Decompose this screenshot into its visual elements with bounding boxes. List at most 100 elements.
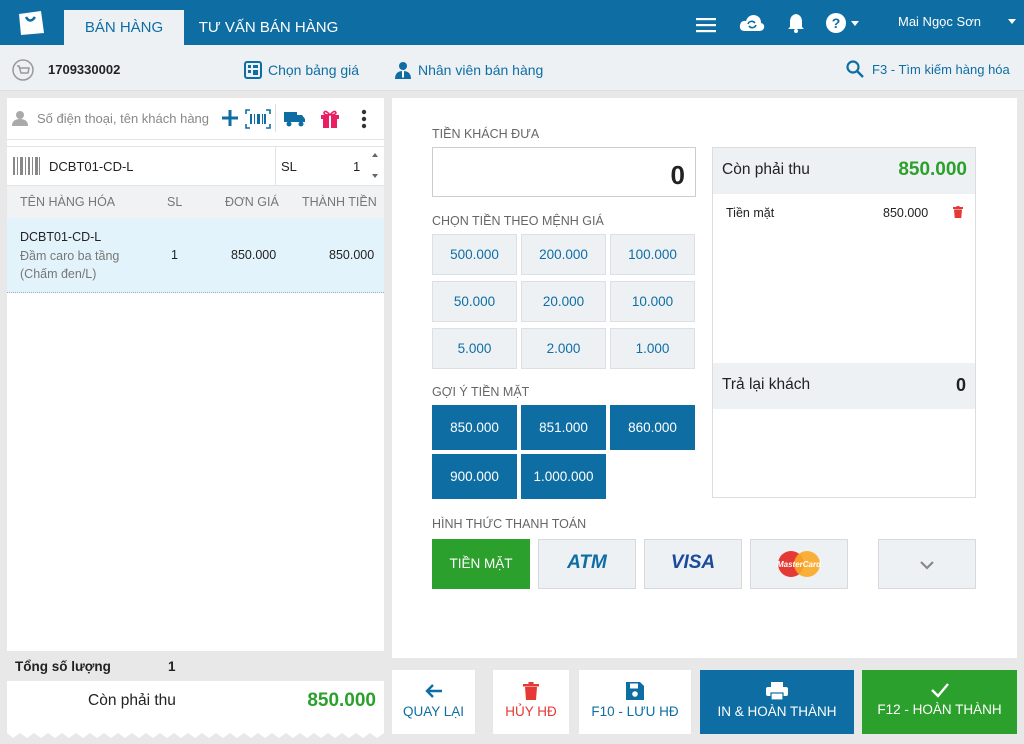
row-unit-price: 850.000 xyxy=(231,248,277,262)
item-entry-row: DCBT01-CD-L SL 1 xyxy=(7,146,384,186)
checkmark-icon xyxy=(930,683,949,698)
cloud-sync-icon[interactable] xyxy=(739,12,765,34)
col-header-unit-price: ĐƠN GIÁ xyxy=(225,195,279,209)
denomination-button[interactable]: 5.000 xyxy=(432,328,517,369)
arrow-left-icon xyxy=(424,684,442,698)
cash-given-value: 0 xyxy=(670,160,685,190)
change-amount: 0 xyxy=(955,375,966,395)
user-name[interactable]: Mai Ngọc Sơn xyxy=(898,14,981,29)
chevron-down-icon[interactable] xyxy=(1008,19,1016,24)
denomination-label: CHỌN TIỀN THEO MỆNH GIÁ xyxy=(432,214,604,228)
row-item-code: DCBT01-CD-L xyxy=(20,230,102,244)
complete-button[interactable]: F12 - HOÀN THÀNH xyxy=(862,670,1017,734)
save-invoice-button[interactable]: F10 - LƯU HĐ xyxy=(579,670,691,734)
denomination-button[interactable]: 500.000 xyxy=(432,234,517,275)
qty-label: SL xyxy=(281,159,297,174)
cash-suggestion-button[interactable]: 850.000 xyxy=(432,405,517,450)
barcode-scan-icon[interactable] xyxy=(245,109,271,129)
product-search-button[interactable]: F3 - Tìm kiếm hàng hóa xyxy=(846,60,1010,78)
col-header-name: TÊN HÀNG HÓA xyxy=(20,195,116,209)
top-bar: BÁN HÀNG TƯ VẤN BÁN HÀNG ? Mai Ngọc Sơn xyxy=(0,0,1024,45)
svg-text:?: ? xyxy=(832,15,841,31)
denomination-button[interactable]: 200.000 xyxy=(521,234,606,275)
denomination-button[interactable]: 50.000 xyxy=(432,281,517,322)
menu-icon[interactable] xyxy=(696,14,716,36)
tab-sales[interactable]: BÁN HÀNG xyxy=(64,10,184,45)
save-invoice-label: F10 - LƯU HĐ xyxy=(591,704,679,719)
pay-mastercard-button[interactable]: MasterCard xyxy=(750,539,848,589)
help-icon[interactable]: ? xyxy=(825,12,861,34)
change-row: Trả lại khách 0 xyxy=(713,363,975,409)
denomination-button[interactable]: 10.000 xyxy=(610,281,695,322)
more-options-icon[interactable] xyxy=(361,109,367,129)
visa-logo: VISA xyxy=(670,552,716,573)
print-complete-button[interactable]: IN & HOÀN THÀNH xyxy=(700,670,854,734)
search-icon xyxy=(846,60,864,78)
table-header: TÊN HÀNG HÓA SL ĐƠN GIÁ THÀNH TIỀN xyxy=(7,186,384,218)
price-table-icon xyxy=(244,61,262,79)
cancel-invoice-label: HỦY HĐ xyxy=(505,704,557,719)
col-header-total: THÀNH TIỀN xyxy=(302,195,377,209)
pay-cash-button[interactable]: TIỀN MẶT xyxy=(432,539,530,589)
delivery-truck-icon[interactable] xyxy=(284,111,306,127)
row-qty: 1 xyxy=(171,248,178,262)
payment-remaining-label: Còn phải thu xyxy=(722,161,810,178)
complete-label: F12 - HOÀN THÀNH xyxy=(877,702,1002,717)
price-list-label: Chọn bảng giá xyxy=(268,62,360,78)
pay-visa-button[interactable]: VISA xyxy=(644,539,742,589)
trash-icon[interactable] xyxy=(953,206,963,218)
customer-row: Số điện thoại, tên khách hàng xyxy=(7,98,384,140)
back-label: QUAY LẠI xyxy=(402,704,465,719)
person-icon xyxy=(12,111,28,126)
print-complete-label: IN & HOÀN THÀNH xyxy=(717,704,837,719)
change-label: Trả lại khách xyxy=(722,376,811,393)
payment-remaining-amount: 850.000 xyxy=(898,159,967,180)
payment-summary-box: Còn phải thu 850.000 Tiền mặt 850.000 Tr… xyxy=(712,147,976,498)
remaining-amount: 850.000 xyxy=(307,690,376,711)
more-payment-methods-button[interactable] xyxy=(878,539,976,589)
payment-line-amount: 850.000 xyxy=(883,206,929,220)
cash-suggestion-button[interactable]: 1.000.000 xyxy=(521,454,606,499)
receipt-edge xyxy=(7,731,384,738)
tab-sales-consulting[interactable]: TƯ VẤN BÁN HÀNG xyxy=(196,10,341,45)
denomination-button[interactable]: 2.000 xyxy=(521,328,606,369)
order-id: 1709330002 xyxy=(48,62,121,77)
item-code-input[interactable]: DCBT01-CD-L xyxy=(49,159,134,174)
customer-search-input[interactable]: Số điện thoại, tên khách hàng xyxy=(37,111,209,126)
total-quantity-label: Tổng số lượng xyxy=(15,659,111,674)
back-button[interactable]: QUAY LẠI xyxy=(392,670,475,734)
cash-suggestion-button[interactable]: 860.000 xyxy=(610,405,695,450)
cash-suggestion-label: GỢI Ý TIỀN MẶT xyxy=(432,385,530,399)
floppy-disk-icon xyxy=(626,682,644,700)
printer-icon xyxy=(766,682,788,700)
denomination-button[interactable]: 100.000 xyxy=(610,234,695,275)
add-customer-icon[interactable] xyxy=(221,109,239,127)
row-item-name: Đầm caro ba tầng xyxy=(20,249,120,263)
shopping-bag-logo-icon xyxy=(19,11,44,35)
cancel-invoice-button[interactable]: HỦY HĐ xyxy=(493,670,569,734)
cart-panel: Số điện thoại, tên khách hàng DCBT01-CD-… xyxy=(7,98,384,651)
cart-icon[interactable] xyxy=(12,59,34,81)
pay-atm-button[interactable]: ATM xyxy=(538,539,636,589)
product-search-label: F3 - Tìm kiếm hàng hóa xyxy=(872,61,1010,77)
col-header-qty: SL xyxy=(167,195,183,209)
cash-given-input[interactable]: 0 xyxy=(432,147,696,197)
sales-staff-button[interactable]: Nhân viên bán hàng xyxy=(394,61,543,79)
bell-icon[interactable] xyxy=(787,12,805,34)
denomination-button[interactable]: 1.000 xyxy=(610,328,695,369)
cash-suggestion-button[interactable]: 851.000 xyxy=(521,405,606,450)
remaining-label: Còn phải thu xyxy=(88,692,176,709)
denomination-button[interactable]: 20.000 xyxy=(521,281,606,322)
table-row[interactable]: DCBT01-CD-L Đầm caro ba tầng (Chấm đen/L… xyxy=(7,218,384,293)
qty-spinner-icon[interactable] xyxy=(370,151,380,181)
sales-staff-label: Nhân viên bán hàng xyxy=(418,62,544,78)
gift-icon[interactable] xyxy=(320,109,340,129)
user-tie-icon xyxy=(395,62,411,79)
price-list-button[interactable]: Chọn bảng giá xyxy=(244,61,359,79)
payment-methods-label: HÌNH THỨC THANH TOÁN xyxy=(432,517,587,531)
qty-input[interactable]: 1 xyxy=(353,159,360,174)
cash-suggestion-button[interactable]: 900.000 xyxy=(432,454,517,499)
divider xyxy=(275,104,276,132)
total-quantity-row: Tổng số lượng 1 xyxy=(7,651,384,681)
atm-logo: ATM xyxy=(567,552,607,573)
